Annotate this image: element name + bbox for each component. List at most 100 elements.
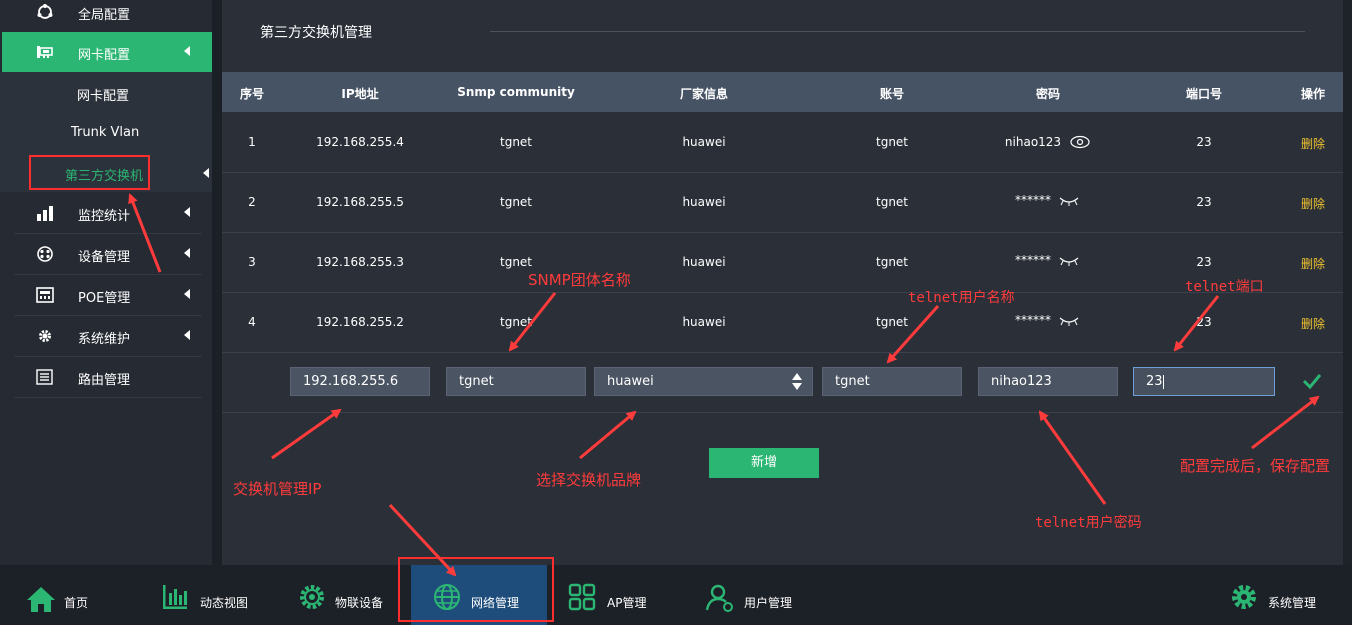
nav-ap-mgmt[interactable]: AP管理 bbox=[562, 565, 672, 625]
row-number: 4 bbox=[248, 315, 256, 329]
column-header: Snmp community bbox=[457, 85, 575, 99]
annotation-label: 交换机管理IP bbox=[233, 480, 322, 498]
ip-input[interactable]: 192.168.255.6 bbox=[290, 367, 430, 396]
row-port: 23 bbox=[1196, 255, 1212, 269]
sidebar-subitem-label: Trunk Vlan bbox=[71, 125, 140, 140]
sidebar-subitem-nic-config[interactable]: 网卡配置 bbox=[0, 73, 212, 113]
row-vendor: huawei bbox=[682, 255, 726, 269]
scrollbar-track[interactable] bbox=[1343, 0, 1352, 565]
port-input[interactable]: 23 bbox=[1133, 367, 1275, 396]
row-ip: 192.168.255.5 bbox=[316, 195, 404, 209]
page-title: 第三方交换机管理 bbox=[260, 25, 372, 41]
column-header: 厂家信息 bbox=[679, 87, 729, 101]
globe-network-icon bbox=[37, 4, 53, 19]
annotation-label: telnet端口 bbox=[1185, 279, 1264, 295]
routing-list-icon bbox=[36, 369, 53, 385]
sidebar-subitem-trunk-vlan[interactable]: Trunk Vlan bbox=[0, 113, 212, 153]
nav-system-mgmt[interactable]: 系统管理 bbox=[1226, 565, 1336, 625]
row-vendor: huawei bbox=[682, 315, 726, 329]
row-number: 2 bbox=[248, 195, 256, 209]
eye-closed-icon[interactable] bbox=[1058, 196, 1080, 206]
table-row: 1 192.168.255.4 tgnet huawei tgnet nihao… bbox=[222, 112, 1343, 173]
nav-label: 系统管理 bbox=[1268, 596, 1317, 610]
annotation-label: telnet用户密码 bbox=[1035, 515, 1142, 531]
chevron-left-icon bbox=[184, 248, 190, 258]
main-panel: 第三方交换机管理 序号 IP地址 Snmp community 厂家信息 账号 … bbox=[222, 0, 1343, 565]
sidebar-item-label: 监控统计 bbox=[78, 209, 131, 224]
gear-icon bbox=[39, 330, 51, 342]
table-row: 2 192.168.255.5 tgnet huawei tgnet *****… bbox=[222, 172, 1343, 233]
grid-apps-icon bbox=[568, 583, 596, 611]
add-button[interactable]: 新增 bbox=[709, 448, 819, 478]
row-community: tgnet bbox=[499, 255, 533, 269]
row-vendor: huawei bbox=[682, 135, 726, 149]
table-row: 3 192.168.255.3 tgnet huawei tgnet *****… bbox=[222, 232, 1343, 293]
port-input-value: 23 bbox=[1146, 374, 1163, 389]
sidebar: 全局配置 网卡配置 网卡配置 Trunk Vlan 第三方交换机 监控统计 设备… bbox=[0, 0, 212, 565]
delete-link[interactable]: 删除 bbox=[1301, 195, 1325, 212]
vendor-select[interactable]: huawei bbox=[594, 367, 813, 396]
row-account: tgnet bbox=[875, 255, 909, 269]
column-header: 序号 bbox=[239, 87, 265, 101]
delete-link[interactable]: 删除 bbox=[1301, 255, 1325, 272]
table-header: 序号 IP地址 Snmp community 厂家信息 账号 密码 端口号 操作 bbox=[222, 72, 1343, 112]
row-community: tgnet bbox=[499, 195, 533, 209]
sidebar-item-poe-mgmt[interactable]: POE管理 bbox=[14, 275, 202, 316]
nav-dynamic-view[interactable]: 动态视图 bbox=[155, 565, 275, 625]
eye-closed-icon[interactable] bbox=[1058, 256, 1080, 266]
nav-user-mgmt[interactable]: 用户管理 bbox=[700, 565, 810, 625]
column-header: 密码 bbox=[1035, 87, 1061, 101]
nav-label: 首页 bbox=[64, 596, 89, 610]
row-community: tgnet bbox=[499, 135, 533, 149]
column-header: 操作 bbox=[1300, 87, 1326, 101]
row-number: 1 bbox=[248, 135, 256, 149]
row-ip: 192.168.255.4 bbox=[316, 135, 404, 149]
nav-label: AP管理 bbox=[607, 596, 647, 610]
nav-label: 动态视图 bbox=[200, 596, 249, 610]
sidebar-item-routing-mgmt[interactable]: 路由管理 bbox=[14, 357, 202, 398]
column-header: 账号 bbox=[879, 87, 905, 101]
table-row: 4 192.168.255.2 tgnet huawei tgnet *****… bbox=[222, 292, 1343, 353]
chevron-left-icon bbox=[184, 46, 190, 56]
sidebar-item-monitoring[interactable]: 监控统计 bbox=[14, 193, 202, 234]
bottom-nav: 首页 动态视图 物联设备 网络管理 AP管理 用户管理 系统管理 bbox=[0, 565, 1352, 625]
settings-gear-icon bbox=[1232, 585, 1256, 609]
save-check-icon[interactable] bbox=[1302, 372, 1322, 390]
sidebar-item-label: POE管理 bbox=[78, 291, 131, 306]
nav-iot-devices[interactable]: 物联设备 bbox=[292, 565, 402, 625]
column-header: IP地址 bbox=[341, 87, 379, 101]
home-icon bbox=[27, 587, 55, 612]
sidebar-item-label: 系统维护 bbox=[78, 332, 131, 347]
network-card-icon bbox=[37, 46, 53, 58]
row-number: 3 bbox=[248, 255, 256, 269]
chevron-left-icon bbox=[203, 168, 209, 178]
sidebar-item-label: 全局配置 bbox=[78, 8, 131, 23]
row-community: tgnet bbox=[499, 315, 533, 329]
community-input[interactable]: tgnet bbox=[446, 367, 586, 396]
row-vendor: huawei bbox=[682, 195, 726, 209]
account-input[interactable]: tgnet bbox=[822, 367, 962, 396]
row-ip: 192.168.255.2 bbox=[316, 315, 404, 329]
bar-chart-icon bbox=[37, 206, 53, 221]
row-password: ****** bbox=[1015, 253, 1051, 267]
sidebar-item-label: 设备管理 bbox=[78, 250, 131, 265]
sidebar-item-system-maint[interactable]: 系统维护 bbox=[14, 316, 202, 357]
user-icon bbox=[705, 584, 733, 612]
delete-link[interactable]: 删除 bbox=[1301, 135, 1325, 152]
sidebar-item-device-mgmt[interactable]: 设备管理 bbox=[14, 234, 202, 275]
sidebar-item-label: 网卡配置 bbox=[78, 48, 131, 63]
row-account: tgnet bbox=[875, 135, 909, 149]
sidebar-item-global-config[interactable]: 全局配置 bbox=[14, 0, 202, 33]
password-input[interactable]: nihao123 bbox=[978, 367, 1118, 396]
nav-label: 物联设备 bbox=[335, 596, 384, 610]
delete-link[interactable]: 删除 bbox=[1301, 315, 1325, 332]
row-account: tgnet bbox=[875, 315, 909, 329]
poe-switch-icon bbox=[36, 287, 54, 303]
eye-open-icon[interactable] bbox=[1070, 135, 1090, 149]
row-password: nihao123 bbox=[1004, 135, 1062, 149]
sidebar-item-nic-config[interactable]: 网卡配置 bbox=[2, 32, 212, 72]
eye-closed-icon[interactable] bbox=[1058, 316, 1080, 326]
row-account: tgnet bbox=[875, 195, 909, 209]
nav-home[interactable]: 首页 bbox=[18, 565, 118, 625]
select-arrows-icon bbox=[792, 373, 802, 390]
